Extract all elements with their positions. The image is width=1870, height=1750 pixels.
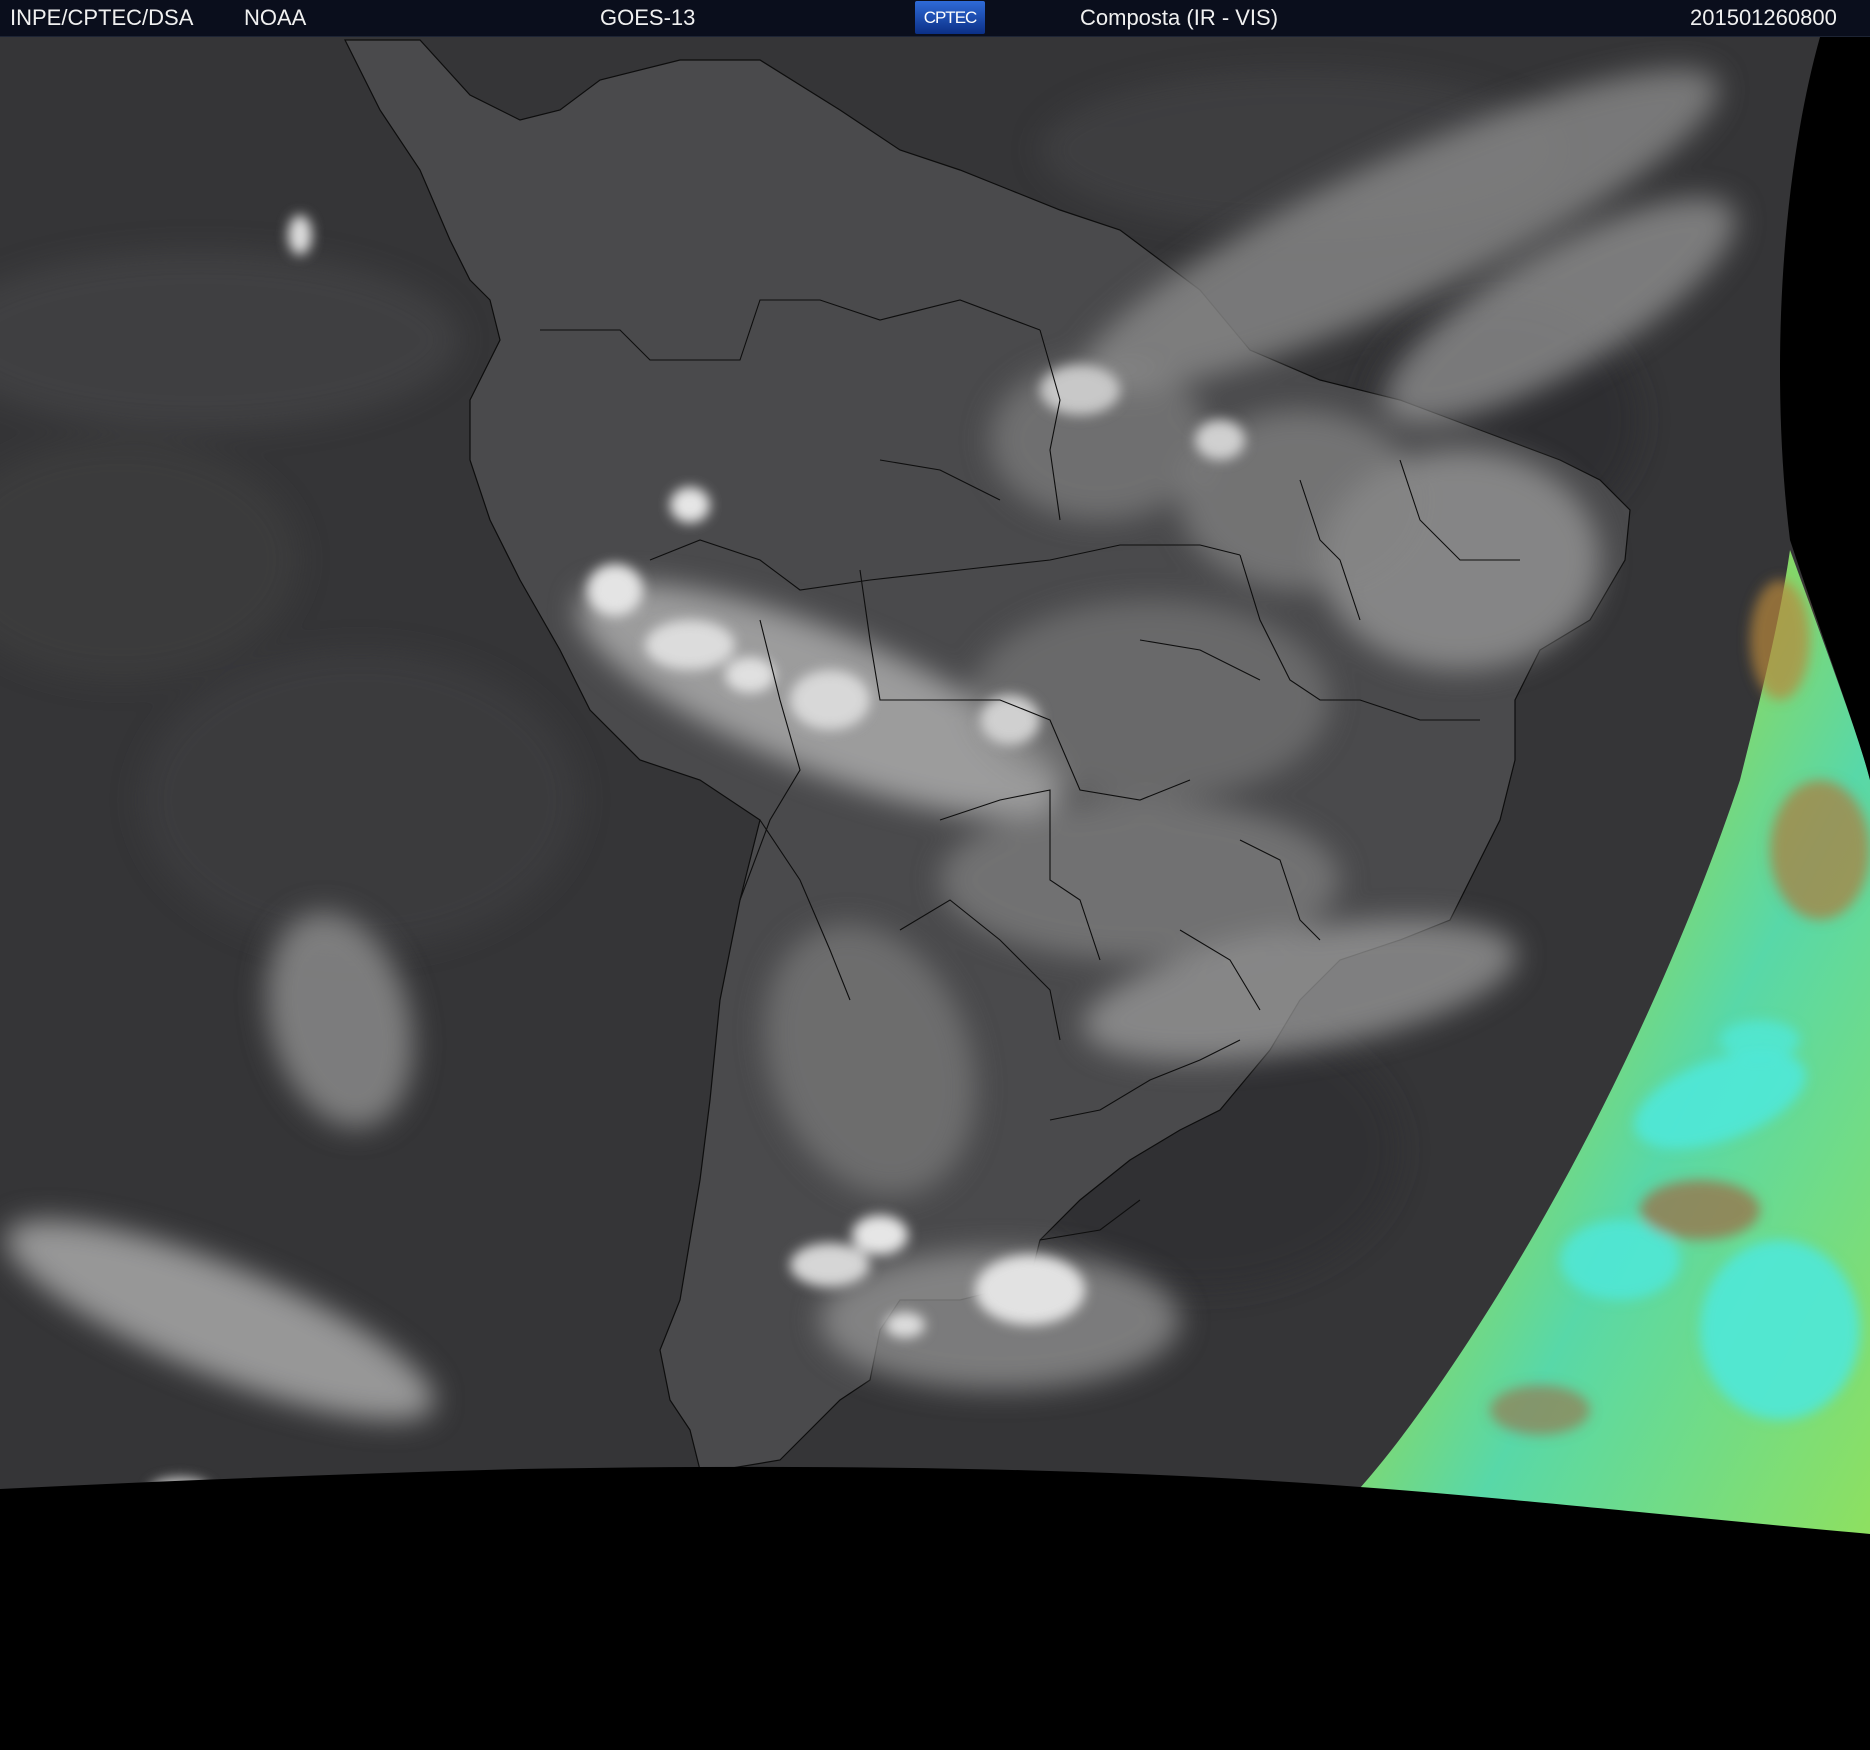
product-label: Composta (IR - VIS)	[1080, 5, 1279, 30]
earth-disk	[0, 37, 1870, 1535]
agency-label: INPE/CPTEC/DSA	[10, 5, 194, 30]
satellite-image	[0, 37, 1870, 1750]
satellite-label: GOES-13	[600, 5, 696, 30]
title-bar: INPE/CPTEC/DSA NOAA GOES-13 CPTEC Compos…	[0, 0, 1870, 37]
logo-text: CPTEC	[923, 7, 978, 27]
cptec-logo: CPTEC	[915, 1, 985, 34]
timestamp-label: 201501260800	[1690, 5, 1837, 30]
partner-label: NOAA	[244, 5, 307, 30]
